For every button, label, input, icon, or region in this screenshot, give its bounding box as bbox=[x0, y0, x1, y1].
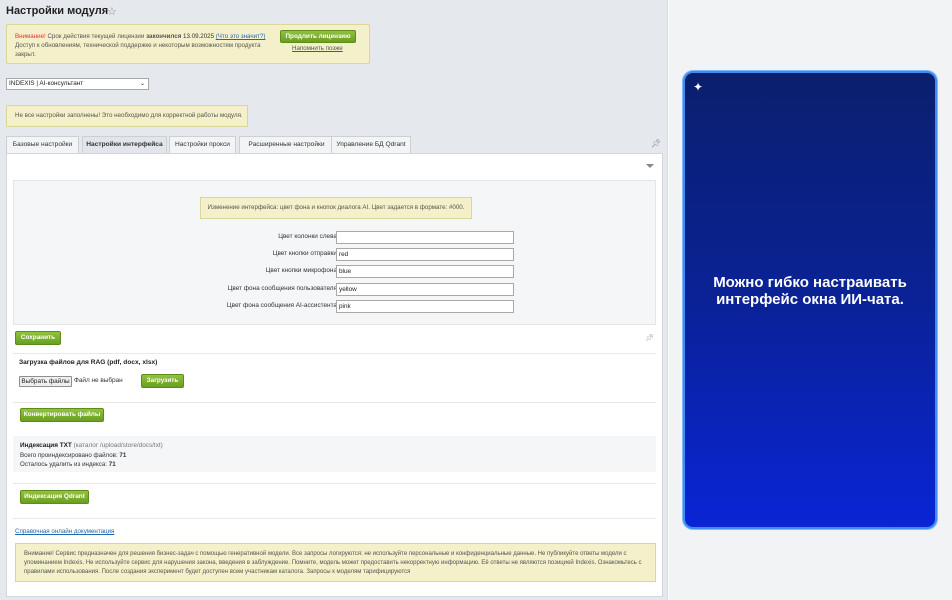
divider bbox=[13, 518, 656, 519]
field-row-mic-button-color: Цвет кнопки микрофона blue bbox=[14, 265, 657, 278]
promo-area: ✦ Можно гибко настраивать интерфейс окна… bbox=[669, 0, 952, 600]
field-label: Цвет фона сообщения AI-ассистента bbox=[226, 302, 337, 309]
mic-button-color-input[interactable]: blue bbox=[336, 265, 514, 278]
tab-qdrant-db[interactable]: Управление БД Qdrant bbox=[331, 136, 411, 153]
remove-count-label: Осталось удалить из индекса: bbox=[20, 461, 109, 468]
field-row-send-button-color: Цвет кнопки отправки red bbox=[14, 248, 657, 261]
txt-indexing-label: Индексация TXT bbox=[20, 442, 72, 449]
left-column-color-input[interactable] bbox=[336, 231, 514, 244]
field-row-ai-message-color: Цвет фона сообщения AI-ассистента pink bbox=[14, 300, 657, 313]
online-docs-link[interactable]: Справочная онлайн документация bbox=[15, 528, 114, 535]
license-warning-label: Внимание! bbox=[15, 33, 46, 40]
divider bbox=[13, 353, 656, 354]
license-expired: закончился bbox=[146, 33, 182, 40]
txt-indexing-path: (каталог /upload/store/docs/txt) bbox=[71, 442, 163, 449]
upload-button[interactable]: Загрузить bbox=[141, 374, 184, 388]
indexed-count: Всего проиндексировано файлов: 71 bbox=[20, 452, 126, 459]
send-button-color-input[interactable]: red bbox=[336, 248, 514, 261]
no-file-selected-text: Файл не выбран bbox=[74, 377, 123, 384]
user-message-color-input[interactable]: yellow bbox=[336, 283, 514, 296]
tab-advanced-settings[interactable]: Расширенные настройки bbox=[239, 136, 334, 153]
settings-panel: Изменение интерфейса: цвет фона и кнопок… bbox=[6, 153, 663, 597]
usage-disclaimer: Внимание! Сервис предназначен для решени… bbox=[15, 543, 656, 582]
page-title: Настройки модуля bbox=[6, 5, 109, 17]
license-warning: Внимание! Срок действия текущей лицензии… bbox=[6, 24, 370, 64]
indexed-count-value: 71 bbox=[119, 452, 127, 459]
chevron-down-icon: ⌄ bbox=[139, 81, 145, 87]
license-text-part: Срок действия текущей лицензии bbox=[45, 33, 147, 40]
field-row-user-message-color: Цвет фона сообщения пользователя yellow bbox=[14, 283, 657, 296]
ai-message-color-input[interactable]: pink bbox=[336, 300, 514, 313]
rag-upload-title: Загрузка файлов для RAG (pdf, docx, xlsx… bbox=[19, 359, 158, 366]
license-date: 13.09.2025 bbox=[181, 33, 215, 40]
txt-indexing-title: Индексация TXT (каталог /upload/store/do… bbox=[20, 442, 163, 449]
pin-icon[interactable]: 📌︎ bbox=[651, 139, 661, 148]
qdrant-indexing-button[interactable]: Индексация Qdrant bbox=[20, 490, 89, 504]
license-text-second: Доступ к обновлениям, технической поддер… bbox=[15, 42, 261, 58]
field-label: Цвет фона сообщения пользователя bbox=[227, 285, 337, 292]
admin-panel: Настройки модуля ☆ Внимание! Срок действ… bbox=[0, 0, 668, 600]
save-button[interactable]: Сохранить bbox=[15, 331, 61, 345]
favorite-star-icon[interactable]: ☆ bbox=[107, 5, 117, 18]
license-what-link[interactable]: (Что это значит?) bbox=[216, 33, 266, 40]
choose-files-button[interactable]: Выбрать файлы bbox=[19, 376, 72, 387]
field-label: Цвет кнопки микрофона bbox=[265, 267, 337, 274]
sparkle-icon: ✦ bbox=[693, 80, 704, 94]
indexed-count-label: Всего проиндексировано файлов: bbox=[20, 452, 120, 459]
convert-files-button[interactable]: Конвертировать файлы bbox=[20, 408, 104, 422]
field-label: Цвет кнопки отправки bbox=[272, 250, 337, 257]
module-select[interactable]: INDEXIS | AI-консультант ⌄ bbox=[6, 78, 149, 90]
pin-icon[interactable]: 📌︎ bbox=[645, 334, 654, 342]
renew-license-button[interactable]: Продлить лицензию bbox=[280, 30, 356, 43]
settings-not-filled-notice: Не все настройки заполнены! Это необходи… bbox=[6, 105, 248, 127]
divider bbox=[13, 483, 656, 484]
promo-card: ✦ Можно гибко настраивать интерфейс окна… bbox=[683, 71, 937, 529]
interface-settings-box: Изменение интерфейса: цвет фона и кнопок… bbox=[13, 180, 656, 325]
txt-indexing-box: Индексация TXT (каталог /upload/store/do… bbox=[13, 436, 656, 472]
tab-basic-settings[interactable]: Базовые настройки bbox=[6, 136, 79, 153]
tab-interface-settings[interactable]: Настройки интерфейса bbox=[82, 136, 167, 153]
module-select-value: INDEXIS | AI-консультант bbox=[9, 80, 84, 87]
interface-info-note: Изменение интерфейса: цвет фона и кнопок… bbox=[200, 197, 472, 219]
remind-later-link[interactable]: Напомнить позже bbox=[292, 45, 343, 52]
field-label: Цвет колонки слева bbox=[278, 233, 337, 240]
divider bbox=[13, 402, 656, 403]
promo-text: Можно гибко настраивать интерфейс окна И… bbox=[713, 274, 907, 308]
collapse-arrow-icon[interactable] bbox=[646, 164, 654, 168]
remove-count-value: 71 bbox=[108, 461, 116, 468]
tab-proxy-settings[interactable]: Настройки прокси bbox=[169, 136, 236, 153]
remove-count: Осталось удалить из индекса: 71 bbox=[20, 461, 116, 468]
field-row-left-column-color: Цвет колонки слева bbox=[14, 231, 657, 244]
license-text: Внимание! Срок действия текущей лицензии… bbox=[15, 32, 277, 59]
